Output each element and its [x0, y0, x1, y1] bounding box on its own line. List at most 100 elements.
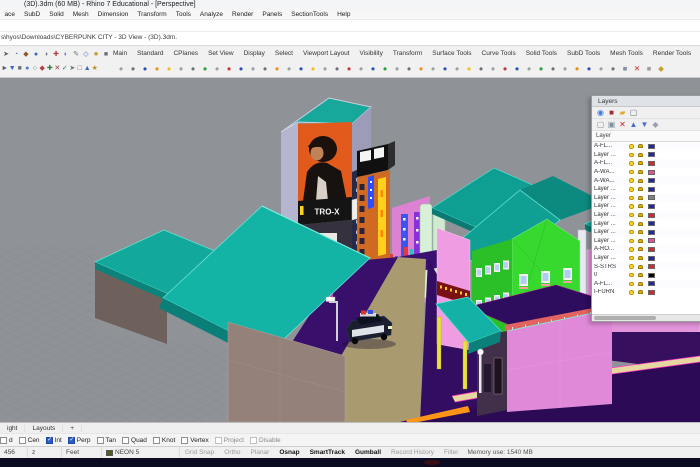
units-cell[interactable]: Feet	[62, 447, 102, 458]
tool-icon[interactable]: ●	[115, 62, 127, 75]
tool-icon[interactable]: ●	[511, 62, 523, 75]
layer-color-swatch[interactable]	[648, 144, 655, 149]
status-toggle[interactable]: Filter	[439, 449, 463, 456]
checkbox-icon[interactable]: ✓	[68, 437, 75, 444]
lock-icon[interactable]	[638, 273, 643, 277]
tool-icon[interactable]: ◔	[11, 48, 21, 61]
layer-color-swatch[interactable]	[648, 247, 655, 252]
move-up-icon[interactable]: ▲	[628, 119, 639, 130]
tool-icon[interactable]: ●	[139, 62, 151, 75]
layer-color-swatch[interactable]	[648, 230, 655, 235]
lightbulb-icon[interactable]	[629, 161, 634, 166]
tool-icon[interactable]: ●	[331, 62, 343, 75]
tool-icon[interactable]: ●	[427, 62, 439, 75]
tool-icon[interactable]: ●	[247, 62, 259, 75]
lightbulb-icon[interactable]	[629, 239, 634, 244]
menu-item[interactable]: Help	[333, 11, 355, 18]
tool-icon[interactable]: ●	[559, 62, 571, 75]
layer-color-swatch[interactable]	[648, 170, 655, 175]
toolbar-tab[interactable]: Main	[108, 49, 132, 58]
tool-icon[interactable]: ●	[451, 62, 463, 75]
lightbulb-icon[interactable]	[629, 247, 634, 252]
lock-icon[interactable]	[638, 265, 643, 269]
layer-color-swatch[interactable]	[648, 152, 655, 157]
lightbulb-icon[interactable]	[629, 178, 634, 183]
viewport-tab[interactable]: Layouts	[25, 425, 63, 432]
osnap-checkbox[interactable]: ✓ Vertex	[181, 437, 208, 444]
viewport-tab[interactable]: ight	[0, 425, 25, 432]
tool-icon[interactable]: ■	[619, 62, 631, 75]
status-toggle[interactable]: Grid Snap	[180, 449, 219, 456]
toolbar-tab[interactable]: SubD Tools	[562, 49, 605, 58]
tool-icon[interactable]: ●	[319, 62, 331, 75]
tool-icon[interactable]: ●	[175, 62, 187, 75]
tool-icon[interactable]: ●	[523, 62, 535, 75]
window-titlebar[interactable]: (3D).3dm (60 MB) - Rhino 7 Educational -…	[0, 0, 700, 10]
tool-icon[interactable]: ●	[439, 62, 451, 75]
lock-icon[interactable]	[638, 161, 643, 165]
tool-icon[interactable]: ●	[355, 62, 367, 75]
tool-icon[interactable]: ●	[271, 62, 283, 75]
scrollbar-thumb[interactable]	[594, 316, 656, 320]
tool-icon[interactable]: ★	[91, 62, 99, 75]
tool-icon[interactable]: ◆	[21, 48, 31, 61]
tool-icon[interactable]: ●	[163, 62, 175, 75]
lock-icon[interactable]	[638, 282, 643, 286]
folder-icon[interactable]: ▰	[617, 107, 628, 118]
menu-item[interactable]: Panels	[258, 11, 287, 18]
toolbar-tab[interactable]: Visibility	[355, 49, 388, 58]
tool-icon[interactable]: ●	[151, 62, 163, 75]
status-toggle[interactable]: Gumball	[350, 449, 386, 456]
viewport-tab[interactable]: +	[63, 425, 82, 432]
lock-icon[interactable]	[638, 144, 643, 148]
tool-icon[interactable]: ●	[283, 62, 295, 75]
tool-icon[interactable]: ●	[379, 62, 391, 75]
layer-row[interactable]: Layer ...	[592, 151, 700, 160]
layer-color-swatch[interactable]	[648, 256, 655, 261]
monitor-icon[interactable]: ▢	[628, 107, 639, 118]
layer-row[interactable]: 0	[592, 271, 700, 280]
tool-icon[interactable]: ◑	[41, 48, 51, 61]
move-down-icon[interactable]: ▼	[639, 119, 650, 130]
checkbox-icon[interactable]: ✓	[250, 437, 257, 444]
layers-panel-title[interactable]: Layers	[592, 96, 700, 107]
toolbar-tab[interactable]: Transform	[388, 49, 427, 58]
layer-color-swatch[interactable]	[648, 221, 655, 226]
layers-hscrollbar[interactable]	[592, 314, 700, 321]
osnap-checkbox[interactable]: ✓ Project	[215, 437, 244, 444]
toolbar-tab[interactable]: Select	[270, 49, 298, 58]
checkbox-icon[interactable]: ✓	[153, 437, 160, 444]
checkbox-icon[interactable]: ✓	[0, 437, 7, 444]
status-toggle[interactable]: Ortho	[219, 449, 245, 456]
tool-icon[interactable]: ➤	[69, 62, 77, 75]
checkbox-icon[interactable]: ✓	[181, 437, 188, 444]
tool-icon[interactable]: ✚	[51, 48, 61, 61]
lightbulb-icon[interactable]	[629, 187, 634, 192]
lightbulb-icon[interactable]	[629, 144, 634, 149]
tool-icon[interactable]: ✕	[631, 62, 643, 75]
layer-color-swatch[interactable]	[648, 213, 655, 218]
layer-row[interactable]: Layer ...	[592, 211, 700, 220]
lock-icon[interactable]	[638, 239, 643, 243]
layer-row[interactable]: Layer ...	[592, 185, 700, 194]
checkbox-icon[interactable]: ✓	[19, 437, 26, 444]
layer-row[interactable]: I-FURN	[592, 288, 700, 297]
layers-panel[interactable]: Layers ◉■▰▢ ▢▣✕▲▼◆ Layer A-FL...	[591, 95, 700, 322]
menu-item[interactable]: Dimension	[93, 11, 133, 18]
tool-icon[interactable]: ●	[535, 62, 547, 75]
tool-icon[interactable]: ●	[199, 62, 211, 75]
lightbulb-icon[interactable]	[629, 264, 634, 269]
layer-row[interactable]: A-RO...	[592, 245, 700, 254]
layer-row[interactable]: A-FL...	[592, 159, 700, 168]
tool-icon[interactable]: ✓	[61, 62, 69, 75]
current-layer-cell[interactable]: NEON 5	[102, 447, 180, 458]
tool-icon[interactable]: ➤	[1, 48, 11, 61]
tool-icon[interactable]: ●	[547, 62, 559, 75]
lightbulb-icon[interactable]	[629, 153, 634, 158]
tool-icon[interactable]: ●	[223, 62, 235, 75]
layer-row[interactable]: Layer ...	[592, 202, 700, 211]
tool-icon[interactable]: ◆	[655, 62, 667, 75]
layer-row[interactable]: Layer ...	[592, 219, 700, 228]
tool-icon[interactable]: ●	[31, 48, 41, 61]
lock-icon[interactable]	[638, 247, 643, 251]
